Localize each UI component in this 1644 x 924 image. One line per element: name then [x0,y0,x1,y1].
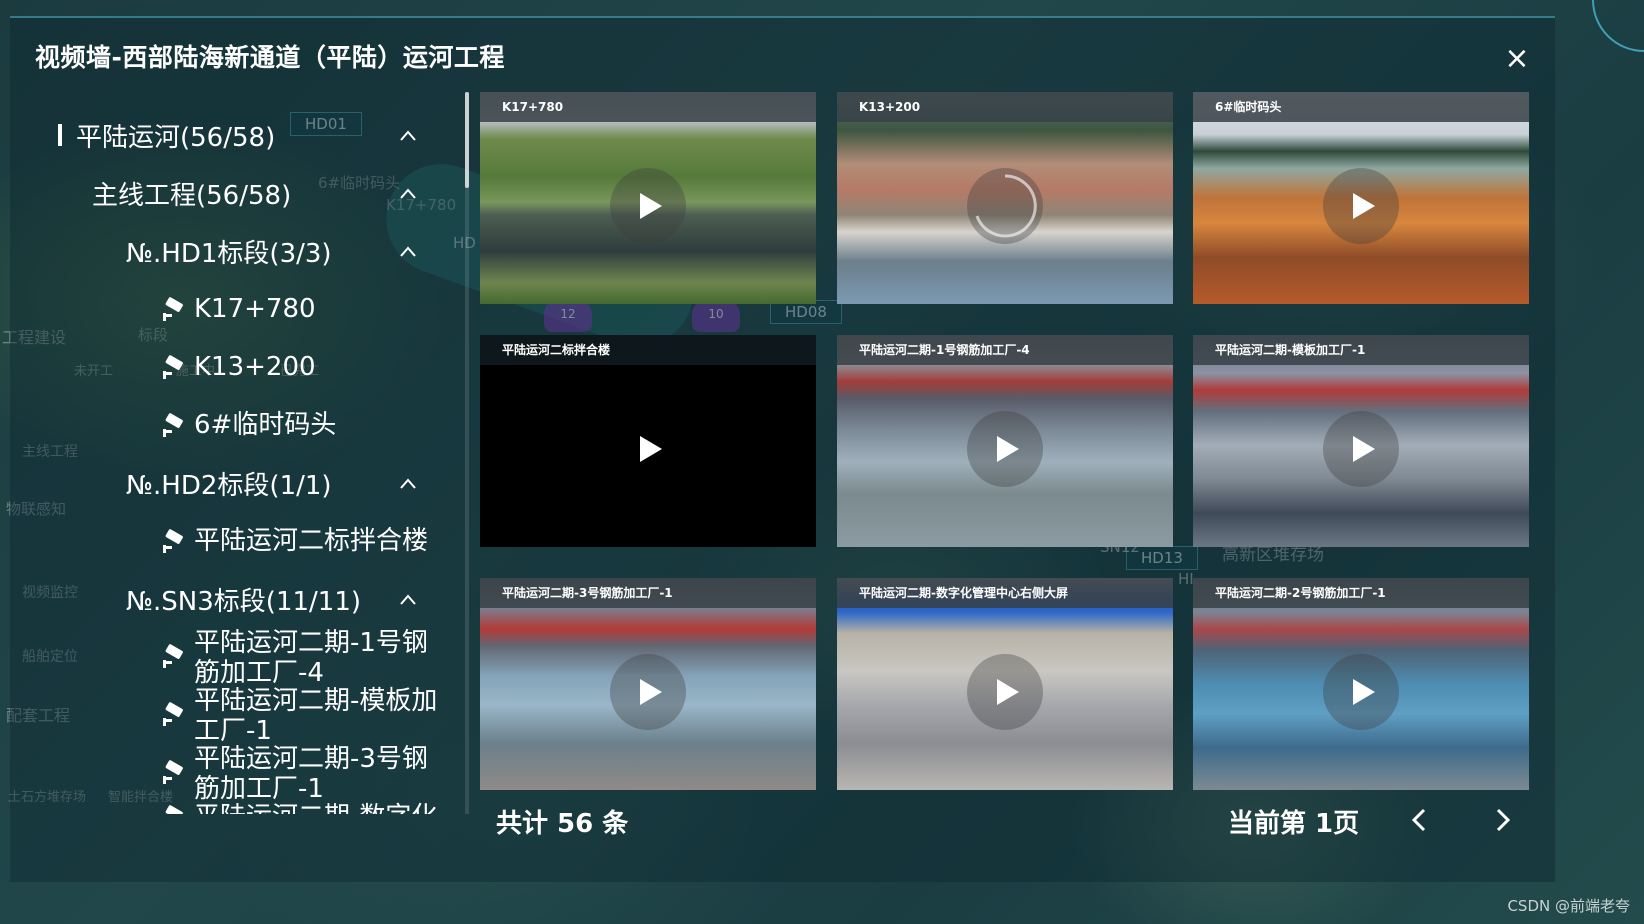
video-tile[interactable]: K17+780 [480,92,816,304]
tree-root[interactable]: 平陆运河(56/58) [58,106,275,164]
camera-icon [163,760,183,784]
tree-section-label: №.SN3标段(11/11) [126,586,362,617]
tree-scrollbar-thumb[interactable] [465,92,469,188]
video-tile[interactable]: 平陆运河二期-2号钢筋加工厂-1 [1193,578,1529,790]
tree-camera-item[interactable]: 平陆运河二期-数字化 [160,802,446,814]
chevron-up-icon[interactable] [398,474,418,494]
video-wall-panel: 视频墙-西部陆海新通道（平陆）运河工程 × 平陆运河(56/58) 主线工程(5… [10,16,1555,882]
play-icon[interactable] [1323,411,1399,487]
camera-icon [163,355,183,379]
video-tile[interactable]: 6#临时码头 [1193,92,1529,304]
tree-camera-label: 6#临时码头 [194,410,337,440]
video-caption: 6#临时码头 [1193,92,1529,122]
tree-camera-label: 平陆运河二期-1号钢筋加工厂-4 [194,628,428,688]
tree-camera-item[interactable]: K13+200 [160,352,446,382]
video-caption: 平陆运河二期-3号钢筋加工厂-1 [480,578,816,608]
tree-camera-item[interactable]: 平陆运河二标拌合楼 [160,526,446,556]
video-caption: K17+780 [480,92,816,122]
camera-icon [165,805,183,814]
loading-spinner-icon [967,168,1043,244]
video-caption: 平陆运河二期-1号钢筋加工厂-4 [837,335,1173,365]
tree-camera-label: K17+780 [194,294,316,324]
chevron-up-icon[interactable] [398,242,418,262]
chevron-up-icon[interactable] [398,184,418,204]
play-icon[interactable] [1323,168,1399,244]
tree-section-hd1[interactable]: №.HD1标段(3/3) [126,222,332,280]
watermark: CSDN @前端老夸 [1507,897,1630,915]
tree-section-hd2[interactable]: №.HD2标段(1/1) [126,454,332,512]
tree-root-marker [58,124,62,146]
video-caption: K13+200 [837,92,1173,122]
play-icon[interactable] [610,168,686,244]
video-tile[interactable]: 平陆运河二期-1号钢筋加工厂-4 [837,335,1173,547]
prev-page-icon[interactable] [1406,806,1432,834]
tree-camera-label: 平陆运河二期-3号钢筋加工厂-1 [194,744,428,804]
play-icon[interactable] [967,654,1043,730]
close-button[interactable]: × [1500,42,1534,76]
play-icon[interactable] [610,654,686,730]
video-caption: 平陆运河二期-2号钢筋加工厂-1 [1193,578,1529,608]
camera-icon [163,297,183,321]
camera-icon [163,644,183,668]
play-icon[interactable] [1323,654,1399,730]
video-tile[interactable]: 平陆运河二期-模板加工厂-1 [1193,335,1529,547]
tree-group-label: 主线工程(56/58) [92,180,292,211]
play-icon[interactable] [967,411,1043,487]
tree-camera-label: 平陆运河二期-模板加工厂-1 [194,686,438,746]
tree-camera-label: 平陆运河二标拌合楼 [194,526,429,556]
corner-compass-icon [1592,0,1644,52]
camera-icon [163,413,183,437]
chevron-up-icon[interactable] [398,590,418,610]
tree-root-label: 平陆运河(56/58) [76,122,276,153]
tree-camera-item[interactable]: 平陆运河二期-3号钢筋加工厂-1 [160,744,446,804]
video-tile[interactable]: 平陆运河二期-3号钢筋加工厂-1 [480,578,816,790]
tree-scrollbar[interactable] [465,92,469,814]
tree-camera-item[interactable]: K17+780 [160,294,446,324]
tree-camera-item[interactable]: 平陆运河二期-模板加工厂-1 [160,686,446,746]
tree-section-sn3[interactable]: №.SN3标段(11/11) [126,570,361,628]
tree-section-label: №.HD1标段(3/3) [126,238,332,269]
next-page-icon[interactable] [1490,806,1516,834]
video-tile[interactable]: 平陆运河二标拌合楼 [480,335,816,547]
video-caption: 平陆运河二标拌合楼 [480,335,816,365]
video-caption: 平陆运河二期-数字化管理中心右侧大屏 [837,578,1173,608]
tree-section-label: №.HD2标段(1/1) [126,470,332,501]
current-page-label: 当前第 1页 [1228,809,1360,839]
total-count: 共计 56 条 [496,809,629,839]
tree-camera-item[interactable]: 平陆运河二期-1号钢筋加工厂-4 [160,628,446,688]
video-tile[interactable]: 平陆运河二期-数字化管理中心右侧大屏 [837,578,1173,790]
tree-camera-label: K13+200 [194,352,316,382]
tree-camera-item[interactable]: 6#临时码头 [160,410,446,440]
camera-icon [163,702,183,726]
camera-tree: 平陆运河(56/58) 主线工程(56/58) №.HD1标段(3/3) K17… [10,92,462,814]
tree-camera-label: 平陆运河二期-数字化 [194,802,446,814]
video-tile[interactable]: K13+200 [837,92,1173,304]
panel-title: 视频墙-西部陆海新通道（平陆）运河工程 [35,43,505,72]
camera-icon [163,529,183,553]
tree-group-main-line[interactable]: 主线工程(56/58) [92,164,291,222]
play-icon[interactable] [610,411,686,487]
video-caption: 平陆运河二期-模板加工厂-1 [1193,335,1529,365]
chevron-up-icon[interactable] [398,126,418,146]
